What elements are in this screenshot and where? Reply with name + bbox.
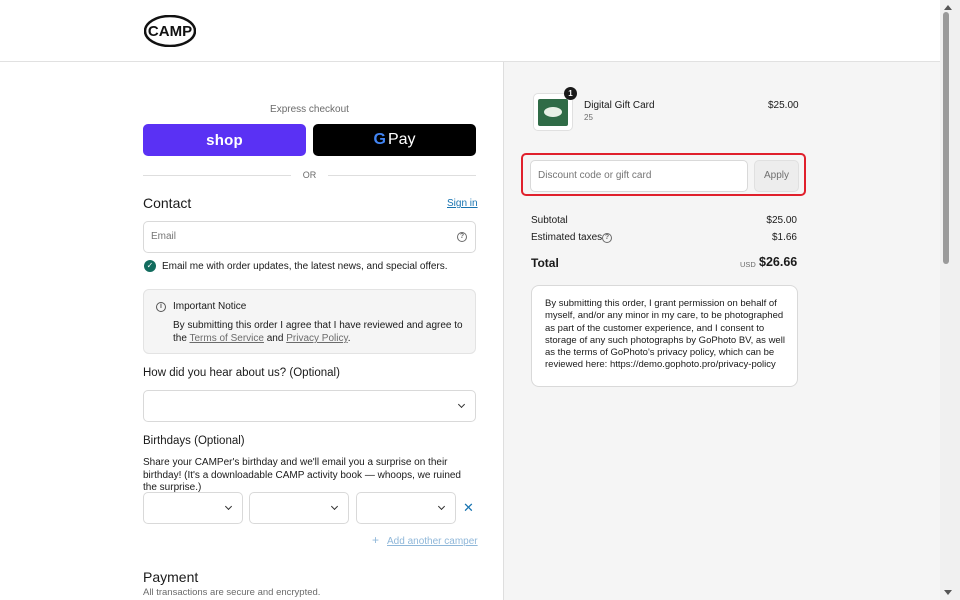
payment-title: Payment <box>143 569 199 585</box>
subtotal-value: $25.00 <box>766 215 797 226</box>
important-notice: i Important Notice By submitting this or… <box>143 289 476 354</box>
checkout-form-panel: Express checkout shop G Pay OR Contact S… <box>0 62 503 600</box>
email-field[interactable]: ? <box>143 221 476 253</box>
privacy-policy-link[interactable]: Privacy Policy <box>286 333 348 344</box>
hear-about-us-title: How did you hear about us? (Optional) <box>143 367 340 379</box>
notice-period: . <box>347 333 351 344</box>
hear-about-us-select[interactable] <box>143 390 476 422</box>
shop-pay-label: shop <box>206 131 243 149</box>
email-input[interactable] <box>151 231 441 242</box>
question-circle-icon[interactable]: ? <box>602 233 612 243</box>
google-pay-label: Pay <box>387 131 416 148</box>
quantity-badge: 1 <box>564 87 577 100</box>
total-value: $26.66 <box>759 255 798 269</box>
sign-in-link[interactable]: Sign in <box>447 198 478 209</box>
birthday-day-select[interactable] <box>249 492 349 524</box>
shop-pay-button[interactable]: shop <box>143 124 306 156</box>
photo-consent-text: By submitting this order, I grant permis… <box>545 298 785 371</box>
estimated-taxes-value: $1.66 <box>771 232 797 243</box>
plus-icon: + <box>372 533 380 547</box>
contact-title: Contact <box>143 195 192 211</box>
item-price: $25.00 <box>768 100 799 111</box>
info-circle-icon: i <box>156 302 166 312</box>
discount-code-input[interactable] <box>538 170 738 181</box>
subtotal-label: Subtotal <box>531 215 568 226</box>
item-name: Digital Gift Card <box>584 100 655 111</box>
birthday-month-select[interactable] <box>143 492 243 524</box>
google-g-icon: G <box>373 131 386 148</box>
camp-logo[interactable]: CAMP <box>144 15 196 47</box>
chevron-down-icon <box>224 502 233 511</box>
notice-and-text: and <box>263 333 287 344</box>
birthdays-title: Birthdays (Optional) <box>143 435 245 447</box>
estimated-taxes-label: Estimated taxes <box>531 232 603 243</box>
birthday-year-select[interactable] <box>356 492 456 524</box>
marketing-checkbox[interactable]: ✓ <box>144 260 156 272</box>
payment-subtitle: All transactions are secure and encrypte… <box>143 587 321 598</box>
order-summary-panel: 1 Digital Gift Card 25 $25.00 Apply Subt… <box>503 62 940 600</box>
question-circle-icon[interactable]: ? <box>457 232 467 242</box>
total-label: Total <box>531 256 559 270</box>
scrollbar-thumb[interactable] <box>943 12 949 264</box>
scroll-up-arrow-icon[interactable] <box>944 5 952 10</box>
terms-of-service-link[interactable]: Terms of Service <box>190 333 264 344</box>
divider-line-right <box>328 175 476 176</box>
item-variant: 25 <box>584 113 593 122</box>
total-currency: USD <box>740 260 756 269</box>
photo-consent-box: By submitting this order, I grant permis… <box>531 285 798 387</box>
close-icon[interactable]: ✕ <box>463 500 474 516</box>
express-checkout-label: Express checkout <box>270 104 349 115</box>
svg-text:CAMP: CAMP <box>148 23 192 40</box>
chevron-down-icon <box>437 502 446 511</box>
birthdays-description: Share your CAMPer's birthday and we'll e… <box>143 457 461 493</box>
discount-code-field[interactable] <box>530 160 748 192</box>
page-scrollbar[interactable] <box>940 0 960 600</box>
scroll-down-arrow-icon[interactable] <box>944 590 952 595</box>
google-pay-button[interactable]: G Pay <box>313 124 476 156</box>
apply-discount-button[interactable]: Apply <box>754 160 799 192</box>
marketing-checkbox-label: Email me with order updates, the latest … <box>162 261 448 272</box>
notice-title: Important Notice <box>173 301 247 312</box>
or-divider: OR <box>143 169 476 181</box>
chevron-down-icon <box>457 400 466 409</box>
chevron-down-icon <box>330 502 339 511</box>
gift-card-image <box>538 99 568 126</box>
notice-body: By submitting this order I agree that I … <box>173 319 468 345</box>
add-another-camper-link[interactable]: + Add another camper <box>372 533 478 547</box>
site-header: CAMP <box>0 0 940 62</box>
add-camper-label: Add another camper <box>387 536 478 547</box>
